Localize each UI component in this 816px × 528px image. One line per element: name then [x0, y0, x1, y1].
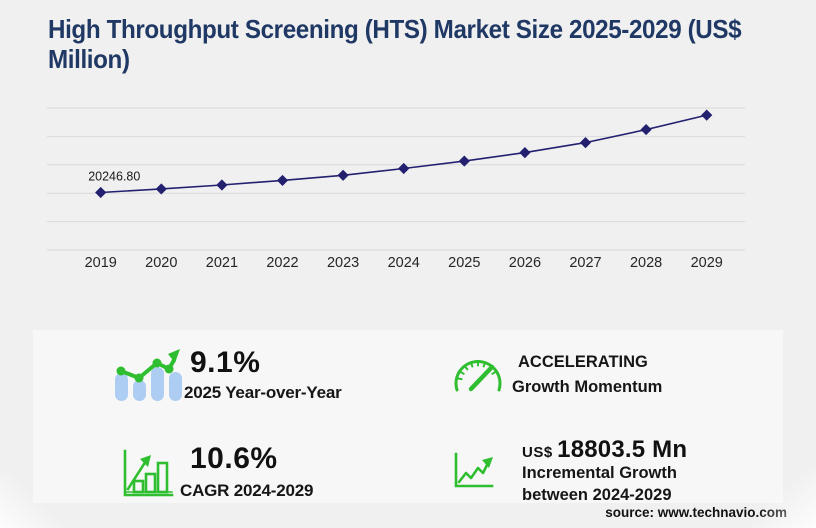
bar-chart-trend-up-icon	[112, 347, 182, 403]
speedometer-gauge-icon	[450, 353, 506, 397]
svg-text:2025: 2025	[448, 255, 480, 271]
momentum-line1: ACCELERATING	[518, 353, 648, 372]
infographic-page: High Throughput Screening (HTS) Market S…	[0, 0, 816, 528]
svg-text:2022: 2022	[266, 255, 298, 271]
first-point-label: 20246.80	[88, 170, 140, 184]
gridlines	[47, 108, 745, 250]
svg-text:2019: 2019	[85, 255, 117, 271]
svg-text:2029: 2029	[691, 255, 723, 271]
svg-text:2028: 2028	[630, 255, 662, 271]
series-line	[101, 115, 707, 192]
yoy-label: 2025 Year-over-Year	[184, 383, 342, 403]
source-credit: source: www.technavio.com	[605, 505, 787, 520]
svg-text:2021: 2021	[206, 255, 238, 271]
svg-text:2024: 2024	[388, 255, 420, 271]
momentum-line2: Growth Momentum	[512, 378, 662, 397]
svg-text:2026: 2026	[509, 255, 541, 271]
incremental-currency: US$	[522, 444, 553, 461]
market-size-chart: 2019 2020 2021 2022 2023 2024 2025 2026 2027 2028…	[30, 95, 790, 273]
incremental-value: 18803.5 Mn	[557, 436, 687, 463]
x-axis-labels: 2019 2020 2021 2022 2023 2024 2025 2026 2027 2028…	[85, 255, 723, 271]
page-title: High Throughput Screening (HTS) Market S…	[48, 14, 769, 74]
yoy-value: 9.1%	[190, 346, 260, 380]
incremental-line2: between 2024-2029	[522, 486, 672, 505]
series-markers	[95, 109, 712, 198]
svg-text:2020: 2020	[145, 255, 177, 271]
cagr-label: CAGR 2024-2029	[180, 481, 313, 501]
svg-text:2023: 2023	[327, 255, 359, 271]
svg-text:2027: 2027	[569, 255, 601, 271]
stats-panel: 9.1% 2025 Year-over-Year ACCELERATING Gr…	[33, 330, 783, 503]
cagr-value: 10.6%	[190, 442, 278, 476]
incremental-value-row: US$ 18803.5 Mn	[522, 436, 687, 464]
incremental-line1: Incremental Growth	[522, 464, 677, 483]
zigzag-growth-arrow-icon	[452, 452, 494, 490]
growth-bars-arrow-icon	[120, 448, 176, 500]
chart-area: 2019 2020 2021 2022 2023 2024 2025 2026 2027 2028…	[30, 95, 790, 273]
